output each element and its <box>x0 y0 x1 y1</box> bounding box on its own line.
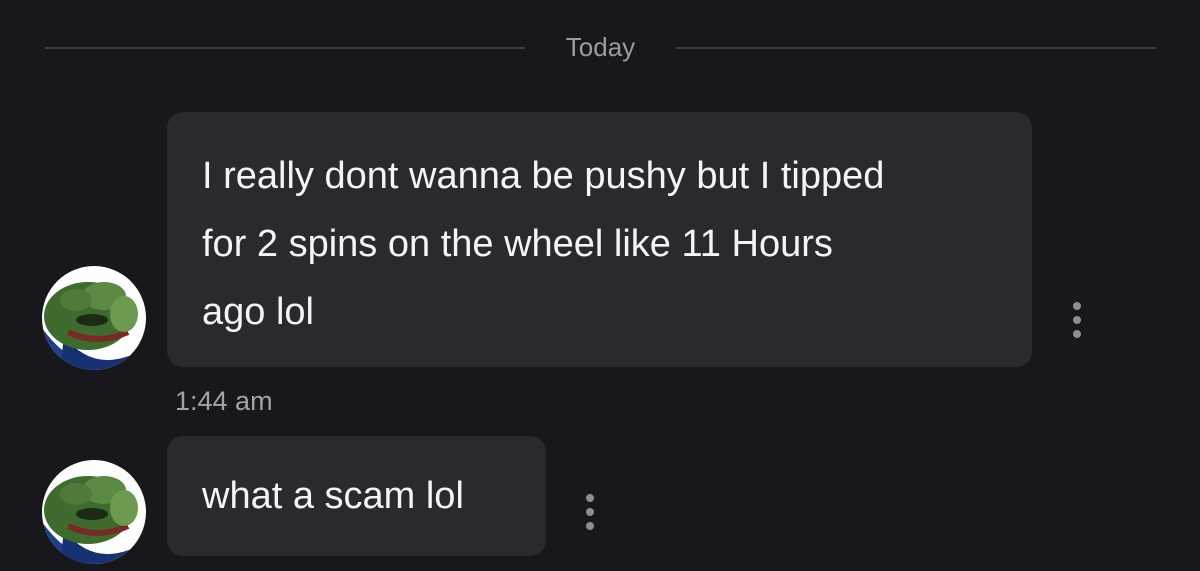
date-divider: Today <box>0 28 1200 68</box>
divider-line-left <box>45 47 525 49</box>
message-bubble[interactable]: I really dont wanna be pushy but I tippe… <box>167 112 1032 367</box>
message-timestamp: 1:44 am <box>175 386 273 416</box>
pepe-frog-avatar-icon <box>42 460 146 564</box>
divider-line-right <box>676 47 1156 49</box>
avatar[interactable] <box>42 460 146 564</box>
avatar[interactable] <box>42 266 146 370</box>
date-divider-label: Today <box>565 32 636 62</box>
pepe-frog-avatar-icon <box>42 266 146 370</box>
message-text: I really dont wanna be pushy but I tippe… <box>202 155 885 333</box>
more-vertical-icon[interactable] <box>1062 298 1092 346</box>
more-vertical-icon[interactable] <box>575 490 605 538</box>
message-bubble[interactable]: what a scam lol <box>167 436 546 556</box>
message-text: what a scam lol <box>202 475 464 517</box>
